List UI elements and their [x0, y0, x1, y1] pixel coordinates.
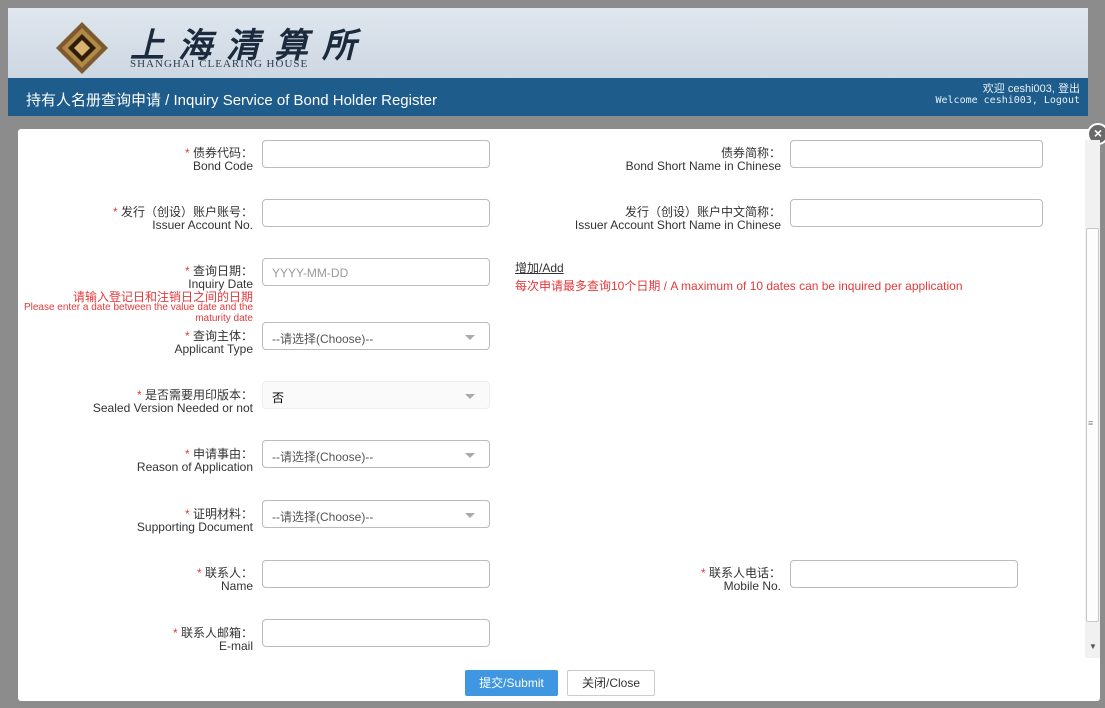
site-header: 上海清算所 SHANGHAI CLEARING HOUSE	[8, 8, 1088, 78]
reason-label: * 申请事由： Reason of Application	[136, 447, 253, 474]
issuer-account-label: * 发行（创设）账户账号： Issuer Account No.	[112, 205, 253, 232]
sch-logo-icon	[56, 22, 108, 74]
contact-email-label: * 联系人邮箱： E-mail	[172, 626, 253, 653]
chevron-down-icon	[465, 513, 475, 518]
bond-code-input[interactable]	[262, 140, 490, 168]
issuer-account-short-label: 发行（创设）账户中文简称： Issuer Account Short Name …	[574, 205, 781, 232]
inquiry-date-input[interactable]: YYYY-MM-DD	[262, 258, 490, 286]
bond-short-name-label: 债券简称： Bond Short Name in Chinese	[625, 146, 781, 173]
welcome-logout[interactable]: 欢迎 ceshi003, 登出 Welcome ceshi003, Logout	[936, 83, 1081, 107]
welcome-en[interactable]: Welcome ceshi003, Logout	[936, 95, 1081, 107]
scroll-down-icon[interactable]: ▼	[1089, 642, 1097, 651]
welcome-cn[interactable]: 欢迎 ceshi003, 登出	[936, 83, 1080, 95]
supporting-doc-select[interactable]: --请选择(Choose)--	[262, 500, 490, 528]
chevron-down-icon	[465, 453, 475, 458]
supporting-doc-label: * 证明材料： Supporting Document	[136, 507, 253, 534]
sealed-version-select: 否	[262, 381, 490, 409]
bond-short-name-input[interactable]	[790, 140, 1043, 168]
reason-select[interactable]: --请选择(Choose)--	[262, 440, 490, 468]
sealed-version-label: * 是否需要用印版本： Sealed Version Needed or not	[92, 388, 253, 415]
contact-name-label: * 联系人： Name	[196, 566, 253, 593]
contact-email-input[interactable]	[262, 619, 490, 647]
applicant-type-label: * 查询主体： Applicant Type	[174, 329, 254, 356]
issuer-account-short-input[interactable]	[790, 199, 1043, 227]
close-button[interactable]: 关闭/Close	[567, 670, 655, 696]
bond-code-label: * 债券代码： Bond Code	[184, 146, 253, 173]
contact-phone-label: * 联系人电话： Mobile No.	[700, 566, 781, 593]
scroll-grip-icon: ≡	[1088, 418, 1094, 428]
applicant-type-select[interactable]: --请选择(Choose)--	[262, 322, 490, 350]
chevron-down-icon	[465, 394, 475, 399]
inquiry-date-note-en: Please enter a date between the value da…	[23, 302, 253, 324]
contact-name-input[interactable]	[262, 560, 490, 588]
page-title: 持有人名册查询申请 / Inquiry Service of Bond Hold…	[26, 92, 437, 109]
logo-english-text: SHANGHAI CLEARING HOUSE	[130, 58, 309, 70]
add-date-link[interactable]: 增加/Add	[515, 259, 564, 276]
max-dates-note: 每次申请最多查询10个日期 / A maximum of 10 dates ca…	[515, 279, 963, 293]
submit-button[interactable]: 提交/Submit	[465, 670, 558, 696]
page-titlebar: 持有人名册查询申请 / Inquiry Service of Bond Hold…	[8, 78, 1088, 116]
chevron-down-icon	[465, 335, 475, 340]
issuer-account-input[interactable]	[262, 199, 490, 227]
contact-phone-input[interactable]	[790, 560, 1018, 588]
